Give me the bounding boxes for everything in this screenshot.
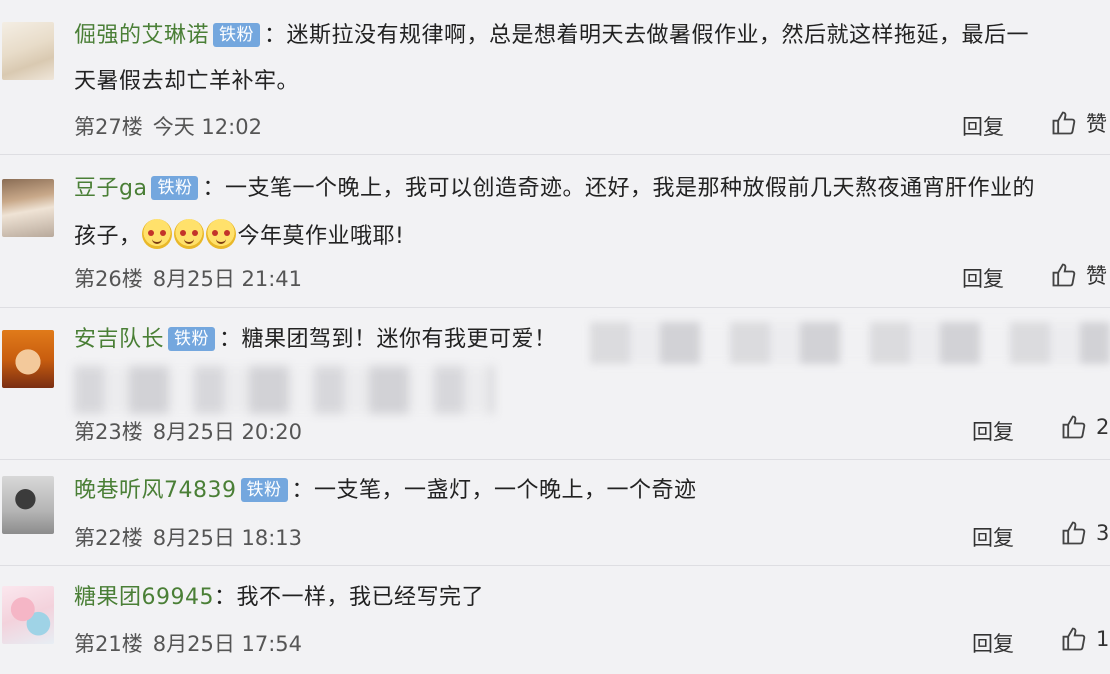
fan-badge: 铁粉 — [213, 23, 261, 47]
avatar[interactable] — [2, 179, 54, 237]
fan-badge: 铁粉 — [240, 478, 288, 502]
emoji-icon — [205, 219, 236, 249]
comment-meta: 第26楼 8月25日 21:41 — [74, 263, 312, 293]
floor-number: 第22楼 — [74, 526, 143, 550]
comment-meta: 第21楼 8月25日 17:54 — [74, 628, 312, 658]
avatar[interactable] — [2, 476, 54, 534]
timestamp: 8月25日 18:13 — [152, 526, 303, 550]
timestamp: 8月25日 21:41 — [152, 267, 303, 291]
blurred-text — [590, 322, 1110, 364]
like-button[interactable]: 3 — [1060, 519, 1109, 547]
comment-text: 豆子ga 铁粉 ：一支笔一个晚上，我可以创造奇迹。还好，我是那种放假前几天熬夜通宵肝… — [74, 176, 1035, 201]
thumbs-up-icon — [1052, 111, 1076, 135]
comment-text: 倔强的艾琳诺 铁粉 ：迷斯拉没有规律啊，总是想着明天去做暑假作业，然后就这样拖延，最… — [74, 23, 1030, 48]
like-count: 2 — [1096, 415, 1110, 439]
like-button[interactable]: 2 — [1060, 413, 1109, 441]
thumbs-up-icon — [1062, 521, 1086, 545]
timestamp: 今天 12:02 — [152, 115, 262, 139]
avatar[interactable] — [2, 330, 54, 388]
floor-number: 第21楼 — [74, 632, 143, 656]
comment-text: 糖果团69945：我不一样，我已经写完了 — [74, 585, 485, 610]
floor-number: 第26楼 — [74, 267, 143, 291]
reply-button[interactable]: 回复 — [972, 522, 1014, 552]
comment-text-line2: 天暑假去却亡羊补牢。 — [74, 56, 1110, 108]
username-link[interactable]: 糖果团69945 — [74, 585, 214, 610]
comment-meta: 第22楼 8月25日 18:13 — [74, 522, 312, 552]
thumbs-up-icon — [1062, 627, 1086, 651]
like-label: 赞 — [1086, 264, 1107, 288]
comment-content: 天暑假去却亡羊补牢。 — [74, 69, 300, 94]
reply-button[interactable]: 回复 — [962, 263, 1004, 293]
comment-item: 豆子ga 铁粉 ：一支笔一个晚上，我可以创造奇迹。还好，我是那种放假前几天熬夜通宵肝… — [0, 155, 1110, 308]
thumbs-up-icon — [1052, 263, 1076, 287]
fan-badge: 铁粉 — [168, 327, 216, 351]
like-button[interactable]: 赞 — [1050, 260, 1107, 290]
blurred-text — [74, 366, 494, 414]
comment-content: 今年莫作业哦耶! — [237, 224, 405, 249]
username-link[interactable]: 安吉队长 — [74, 327, 164, 352]
comment-content: 孩子， — [74, 224, 142, 249]
comment-item: 倔强的艾琳诺 铁粉 ：迷斯拉没有规律啊，总是想着明天去做暑假作业，然后就这样拖延，最… — [0, 0, 1110, 155]
comment-meta: 第23楼 8月25日 20:20 — [74, 416, 312, 446]
username-link[interactable]: 豆子ga — [74, 176, 147, 201]
fan-badge: 铁粉 — [151, 176, 199, 200]
comment-text-line2: 孩子， 今年莫作业哦耶! — [74, 211, 1110, 263]
comment-content: 我不一样，我已经写完了 — [236, 585, 485, 610]
timestamp: 8月25日 17:54 — [152, 632, 303, 656]
timestamp: 8月25日 20:20 — [152, 420, 303, 444]
emoji-icon — [141, 219, 172, 249]
comment-content: 一支笔，一盏灯，一个晚上，一个奇迹 — [314, 478, 697, 503]
like-count: 1 — [1096, 627, 1110, 651]
thumbs-up-icon — [1062, 415, 1086, 439]
username-link[interactable]: 倔强的艾琳诺 — [74, 23, 209, 48]
avatar[interactable] — [2, 586, 54, 644]
username-link[interactable]: 晚巷听风74839 — [74, 478, 237, 503]
comment-item: 晚巷听风74839 铁粉 ：一支笔，一盏灯，一个晚上，一个奇迹 第22楼 8月25日 … — [0, 460, 1110, 566]
comment-item: 糖果团69945：我不一样，我已经写完了 第21楼 8月25日 17:54 回复 … — [0, 566, 1110, 674]
like-label: 赞 — [1086, 112, 1107, 136]
emoji-icon — [173, 219, 204, 249]
comment-meta: 第27楼 今天 12:02 — [74, 111, 272, 141]
comment-text: 晚巷听风74839 铁粉 ：一支笔，一盏灯，一个晚上，一个奇迹 — [74, 478, 697, 503]
reply-button[interactable]: 回复 — [972, 628, 1014, 658]
comment-content: 一支笔一个晚上，我可以创造奇迹。还好，我是那种放假前几天熬夜通宵肝作业的 — [224, 176, 1035, 201]
avatar[interactable] — [2, 22, 54, 80]
floor-number: 第27楼 — [74, 115, 143, 139]
reply-button[interactable]: 回复 — [972, 416, 1014, 446]
comment-content: 糖果团驾到！迷你有我更可爱！ — [241, 327, 557, 352]
floor-number: 第23楼 — [74, 420, 143, 444]
reply-button[interactable]: 回复 — [962, 111, 1004, 141]
like-count: 3 — [1096, 521, 1110, 545]
like-button[interactable]: 赞 — [1050, 108, 1107, 138]
comment-content: 迷斯拉没有规律啊，总是想着明天去做暑假作业，然后就这样拖延，最后一 — [286, 23, 1030, 48]
like-button[interactable]: 1 — [1060, 625, 1109, 653]
